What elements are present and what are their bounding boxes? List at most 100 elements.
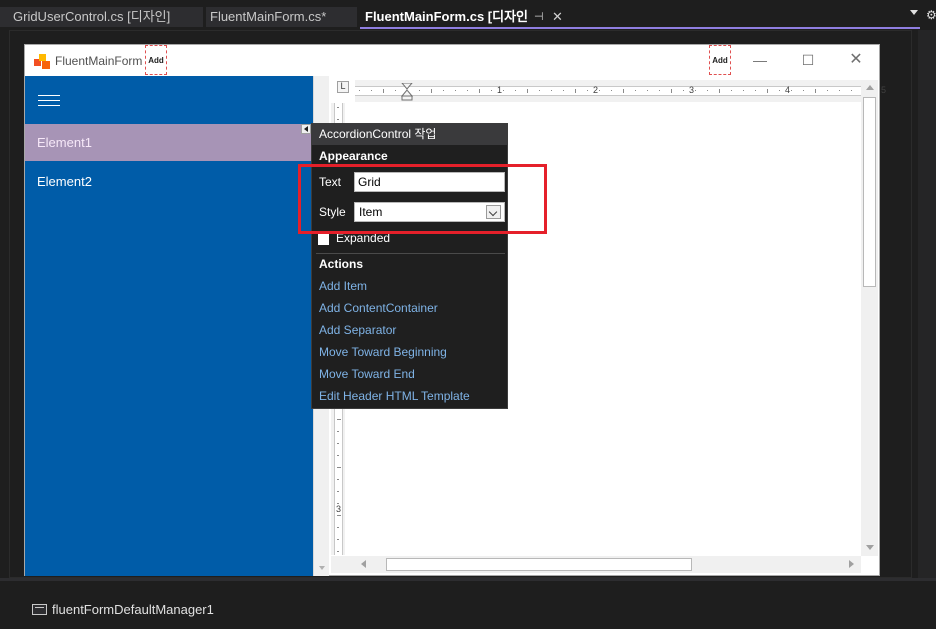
edit-header-html-template-link[interactable]: Edit Header HTML Template: [319, 389, 470, 404]
ruler-tick: [659, 90, 660, 91]
ruler-tick: [407, 90, 408, 91]
ruler-tick: [337, 515, 341, 516]
ruler-tick: [563, 90, 564, 91]
ruler-tick: [635, 90, 636, 91]
ruler-tick: [337, 455, 339, 456]
ruler-number: 5: [881, 85, 887, 95]
move-toward-beginning-link[interactable]: Move Toward Beginning: [319, 345, 447, 360]
ruler-tick: [611, 90, 612, 91]
ruler-tick: [779, 90, 780, 91]
app-logo-icon: [34, 54, 50, 70]
vertical-scrollbar[interactable]: [861, 80, 878, 556]
smart-tag-header: AccordionControl 작업: [312, 124, 507, 145]
appearance-heading: Appearance: [319, 149, 388, 163]
ruler-tick: [827, 90, 828, 91]
close-tab-icon[interactable]: ✕: [552, 9, 563, 25]
move-toward-end-link[interactable]: Move Toward End: [319, 367, 415, 382]
add-title-element-left-button[interactable]: Add: [145, 45, 167, 75]
ruler-tick: [527, 89, 528, 93]
ruler-tick: [337, 119, 339, 120]
ruler-tick: [337, 467, 341, 468]
ruler-tick: [337, 431, 339, 432]
vertical-scroll-thumb[interactable]: [863, 97, 876, 287]
ruler-tick: [337, 527, 339, 528]
chevron-down-icon: [319, 566, 325, 570]
maximize-button[interactable]: ☐: [793, 51, 823, 71]
horizontal-ruler[interactable]: 1 2 3 4 5: [355, 80, 886, 102]
accordion-item-element2[interactable]: Element2: [25, 164, 313, 198]
horizontal-scroll-thumb[interactable]: [386, 558, 692, 571]
ruler-tick: [755, 90, 756, 91]
accordion-control[interactable]: Element1 Element2: [25, 76, 313, 576]
document-tab-strip: GridUserControl.cs [디자인] FluentMainForm.…: [0, 0, 936, 29]
ruler-tick: [337, 491, 339, 492]
scroll-right-icon[interactable]: [849, 560, 854, 568]
tab-fluent-main-form-design[interactable]: FluentMainForm.cs [디자인]*: [360, 7, 528, 27]
ruler-tick: [503, 90, 504, 91]
add-content-container-link[interactable]: Add ContentContainer: [319, 301, 438, 316]
horizontal-scrollbar[interactable]: [331, 556, 861, 573]
pin-icon[interactable]: ⊣: [534, 11, 544, 23]
ruler-tick: [337, 419, 341, 420]
ruler-tick: [383, 89, 384, 93]
ruler-tick: [683, 90, 684, 91]
ruler-tick: [419, 90, 420, 91]
actions-heading: Actions: [319, 257, 364, 271]
section-divider: [316, 253, 505, 254]
chevron-left-icon: [304, 126, 308, 132]
close-button[interactable]: ✕: [841, 51, 871, 71]
ruler-tick: [551, 90, 552, 91]
ruler-tick: [359, 90, 360, 91]
ruler-tick: [839, 90, 840, 91]
ruler-tick: [443, 90, 444, 91]
accordion-item-element1[interactable]: Element1: [25, 124, 313, 161]
minimize-button[interactable]: —: [745, 51, 775, 71]
ruler-tick: [337, 551, 339, 552]
side-panel-strip: [918, 30, 936, 578]
tab-stop-selector[interactable]: L: [337, 81, 349, 93]
ruler-tick: [431, 89, 432, 93]
hamburger-menu-icon[interactable]: [38, 95, 60, 107]
ruler-tick: [743, 90, 744, 91]
ruler-tick: [791, 90, 792, 91]
ruler-tick: [395, 90, 396, 91]
ruler-tick: [479, 89, 480, 93]
active-tab-underline: [360, 27, 920, 29]
ruler-number: 3: [336, 504, 342, 514]
ruler-tick: [491, 90, 492, 91]
scroll-left-icon[interactable]: [361, 560, 366, 568]
ruler-tick: [695, 90, 696, 91]
tab-fluent-main-form-code[interactable]: FluentMainForm.cs*: [206, 7, 357, 27]
ruler-tick: [539, 90, 540, 91]
ruler-tick: [455, 90, 456, 91]
gear-icon[interactable]: ⚙: [926, 8, 936, 22]
smart-tag-glyph[interactable]: [301, 124, 311, 134]
ruler-number: 4: [785, 85, 791, 95]
form-title: FluentMainForm: [55, 54, 143, 68]
add-title-element-right-button[interactable]: Add: [709, 45, 731, 75]
indent-marker-icon[interactable]: [401, 83, 413, 101]
add-item-link[interactable]: Add Item: [319, 279, 367, 294]
ruler-tick: [731, 90, 732, 91]
tab-grid-user-control-design[interactable]: GridUserControl.cs [디자인]: [0, 7, 203, 27]
smart-tag-title: AccordionControl 작업: [319, 127, 437, 141]
scroll-down-icon[interactable]: [866, 545, 874, 550]
ruler-tick: [719, 89, 720, 93]
ruler-tick: [671, 89, 672, 93]
ruler-tick: [587, 90, 588, 91]
fluent-form-default-manager-component[interactable]: fluentFormDefaultManager1: [52, 602, 214, 618]
ruler-tick: [815, 89, 816, 93]
ruler-number: 3: [689, 85, 695, 95]
tab-list-dropdown-icon[interactable]: [910, 10, 918, 15]
expanded-checkbox[interactable]: [318, 234, 329, 245]
ruler-tick: [767, 89, 768, 93]
ruler-tick: [707, 90, 708, 91]
add-separator-link[interactable]: Add Separator: [319, 323, 396, 338]
accordion-item-label: Element1: [37, 135, 92, 150]
ruler-tick: [851, 90, 852, 91]
ruler-tick: [337, 479, 339, 480]
ruler-tick: [337, 107, 339, 108]
ruler-tick: [337, 443, 339, 444]
component-tray: fluentFormDefaultManager1: [0, 581, 936, 629]
scroll-up-icon[interactable]: [866, 85, 874, 90]
